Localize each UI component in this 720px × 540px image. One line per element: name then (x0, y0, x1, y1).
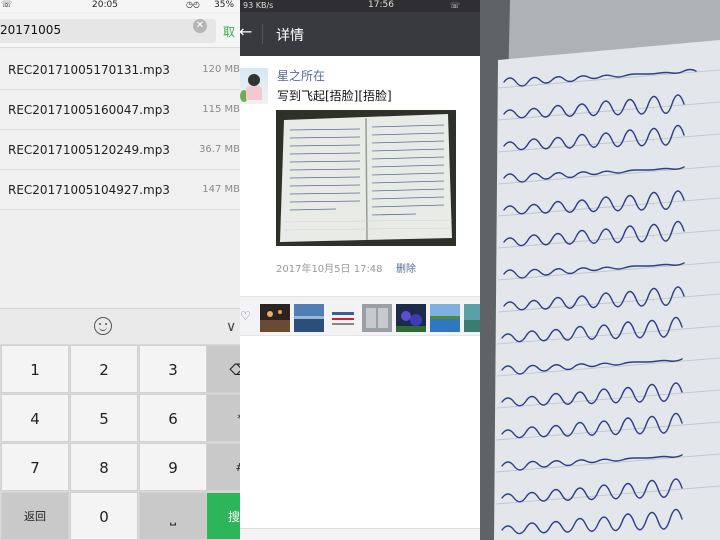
key-0[interactable]: 0 (70, 492, 138, 540)
delete-link[interactable]: 删除 (396, 260, 416, 275)
key-3[interactable]: 3 (139, 345, 207, 393)
space-icon: ⎵ (169, 508, 176, 526)
status-time: 17:56 (368, 0, 394, 10)
space-key[interactable]: ⎵ (139, 492, 207, 540)
signal-icon: ☏ (1, 0, 13, 10)
moment-detail-panel: 93 KB/s 17:56 ☏ ← 详情 星之所在 写到飞起[捂脸][捂脸] 2… (240, 0, 480, 540)
notebook-closeup-photo (480, 0, 720, 540)
file-name: REC20171005170131.mp3 (8, 63, 170, 77)
file-name: REC20171005120249.mp3 (8, 143, 170, 157)
liker-avatar[interactable] (362, 304, 392, 332)
key-4[interactable]: 4 (1, 394, 69, 442)
keyboard-toolbar: ∨ (0, 308, 240, 344)
liker-avatar[interactable] (464, 304, 480, 332)
key-1[interactable]: 1 (1, 345, 69, 393)
file-size: 147 MB (202, 184, 240, 195)
post-photo[interactable] (276, 110, 456, 246)
key-9[interactable]: 9 (139, 443, 207, 491)
list-item[interactable]: REC20171005104927.mp3 147 MB (0, 170, 240, 210)
search-key[interactable]: 搜索 (206, 492, 240, 540)
back-key[interactable]: 返回 (1, 492, 69, 540)
chevron-down-icon[interactable]: ∨ (226, 319, 236, 335)
file-search-panel: ☏ 20:05 ◷◴ 35% 20171005 ✕ 取 REC201710051… (0, 0, 240, 540)
header-bar: ← 详情 (240, 12, 480, 56)
file-list: REC20171005170131.mp3 120 MB REC20171005… (0, 50, 240, 210)
status-bar: ☏ 20:05 ◷◴ 35% (0, 0, 240, 12)
page-title: 详情 (276, 28, 304, 44)
bottom-bar (240, 528, 480, 540)
file-size: 120 MB (202, 64, 240, 75)
file-size: 36.7 MB (199, 144, 240, 155)
clear-icon[interactable]: ✕ (193, 19, 207, 33)
key-2[interactable]: 2 (70, 345, 138, 393)
list-item[interactable]: REC20171005120249.mp3 36.7 MB (0, 130, 240, 170)
author-name[interactable]: 星之所在 (277, 67, 325, 84)
file-size: 115 MB (202, 104, 240, 115)
status-time: 20:05 (92, 0, 118, 10)
numeric-keyboard: 1 2 3 ⌫ 4 5 6 * 7 8 9 # 返回 0 ⎵ 搜索 (0, 344, 240, 540)
search-bar: 20171005 ✕ 取 (0, 14, 240, 48)
key-5[interactable]: 5 (70, 394, 138, 442)
cancel-button[interactable]: 取 (223, 23, 235, 40)
file-name: REC20171005104927.mp3 (8, 183, 170, 197)
key-star[interactable]: * (206, 394, 240, 442)
notebook-photo (276, 110, 456, 246)
back-arrow-icon[interactable]: ← (240, 22, 252, 41)
key-hash[interactable]: # (206, 443, 240, 491)
likes-bar: ♡ (240, 296, 480, 336)
list-item[interactable]: REC20171005160047.mp3 115 MB (0, 90, 240, 130)
backspace-icon: ⌫ (229, 361, 240, 379)
alarm-icon: ◷◴ (186, 0, 200, 9)
avatar[interactable] (240, 68, 268, 104)
search-input[interactable]: 20171005 (0, 19, 216, 43)
post-time: 2017年10月5日 17:48 (276, 264, 383, 275)
search-query: 20171005 (0, 23, 62, 37)
liker-avatar[interactable] (328, 304, 358, 332)
file-name: REC20171005160047.mp3 (8, 103, 170, 117)
key-8[interactable]: 8 (70, 443, 138, 491)
heart-icon: ♡ (240, 309, 251, 323)
status-bar: 93 KB/s 17:56 ☏ (240, 0, 480, 12)
liker-avatar[interactable] (430, 304, 460, 332)
emoji-icon[interactable] (94, 317, 112, 335)
network-speed: 93 KB/s (243, 1, 274, 10)
signal-icon: ☏ (450, 1, 461, 10)
handwritten-notebook-image (480, 0, 720, 540)
liker-avatar[interactable] (260, 304, 290, 332)
key-6[interactable]: 6 (139, 394, 207, 442)
list-item[interactable]: REC20171005170131.mp3 120 MB (0, 50, 240, 90)
liker-avatar[interactable] (294, 304, 324, 332)
moment-post: 星之所在 写到飞起[捂脸][捂脸] 2017年10月5日 17:48 删除 (240, 56, 480, 296)
divider (262, 24, 263, 44)
backspace-key[interactable]: ⌫ (206, 345, 240, 393)
battery-level: 35% (214, 0, 235, 10)
liker-avatar[interactable] (396, 304, 426, 332)
key-7[interactable]: 7 (1, 443, 69, 491)
post-text: 写到飞起[捂脸][捂脸] (277, 89, 392, 103)
